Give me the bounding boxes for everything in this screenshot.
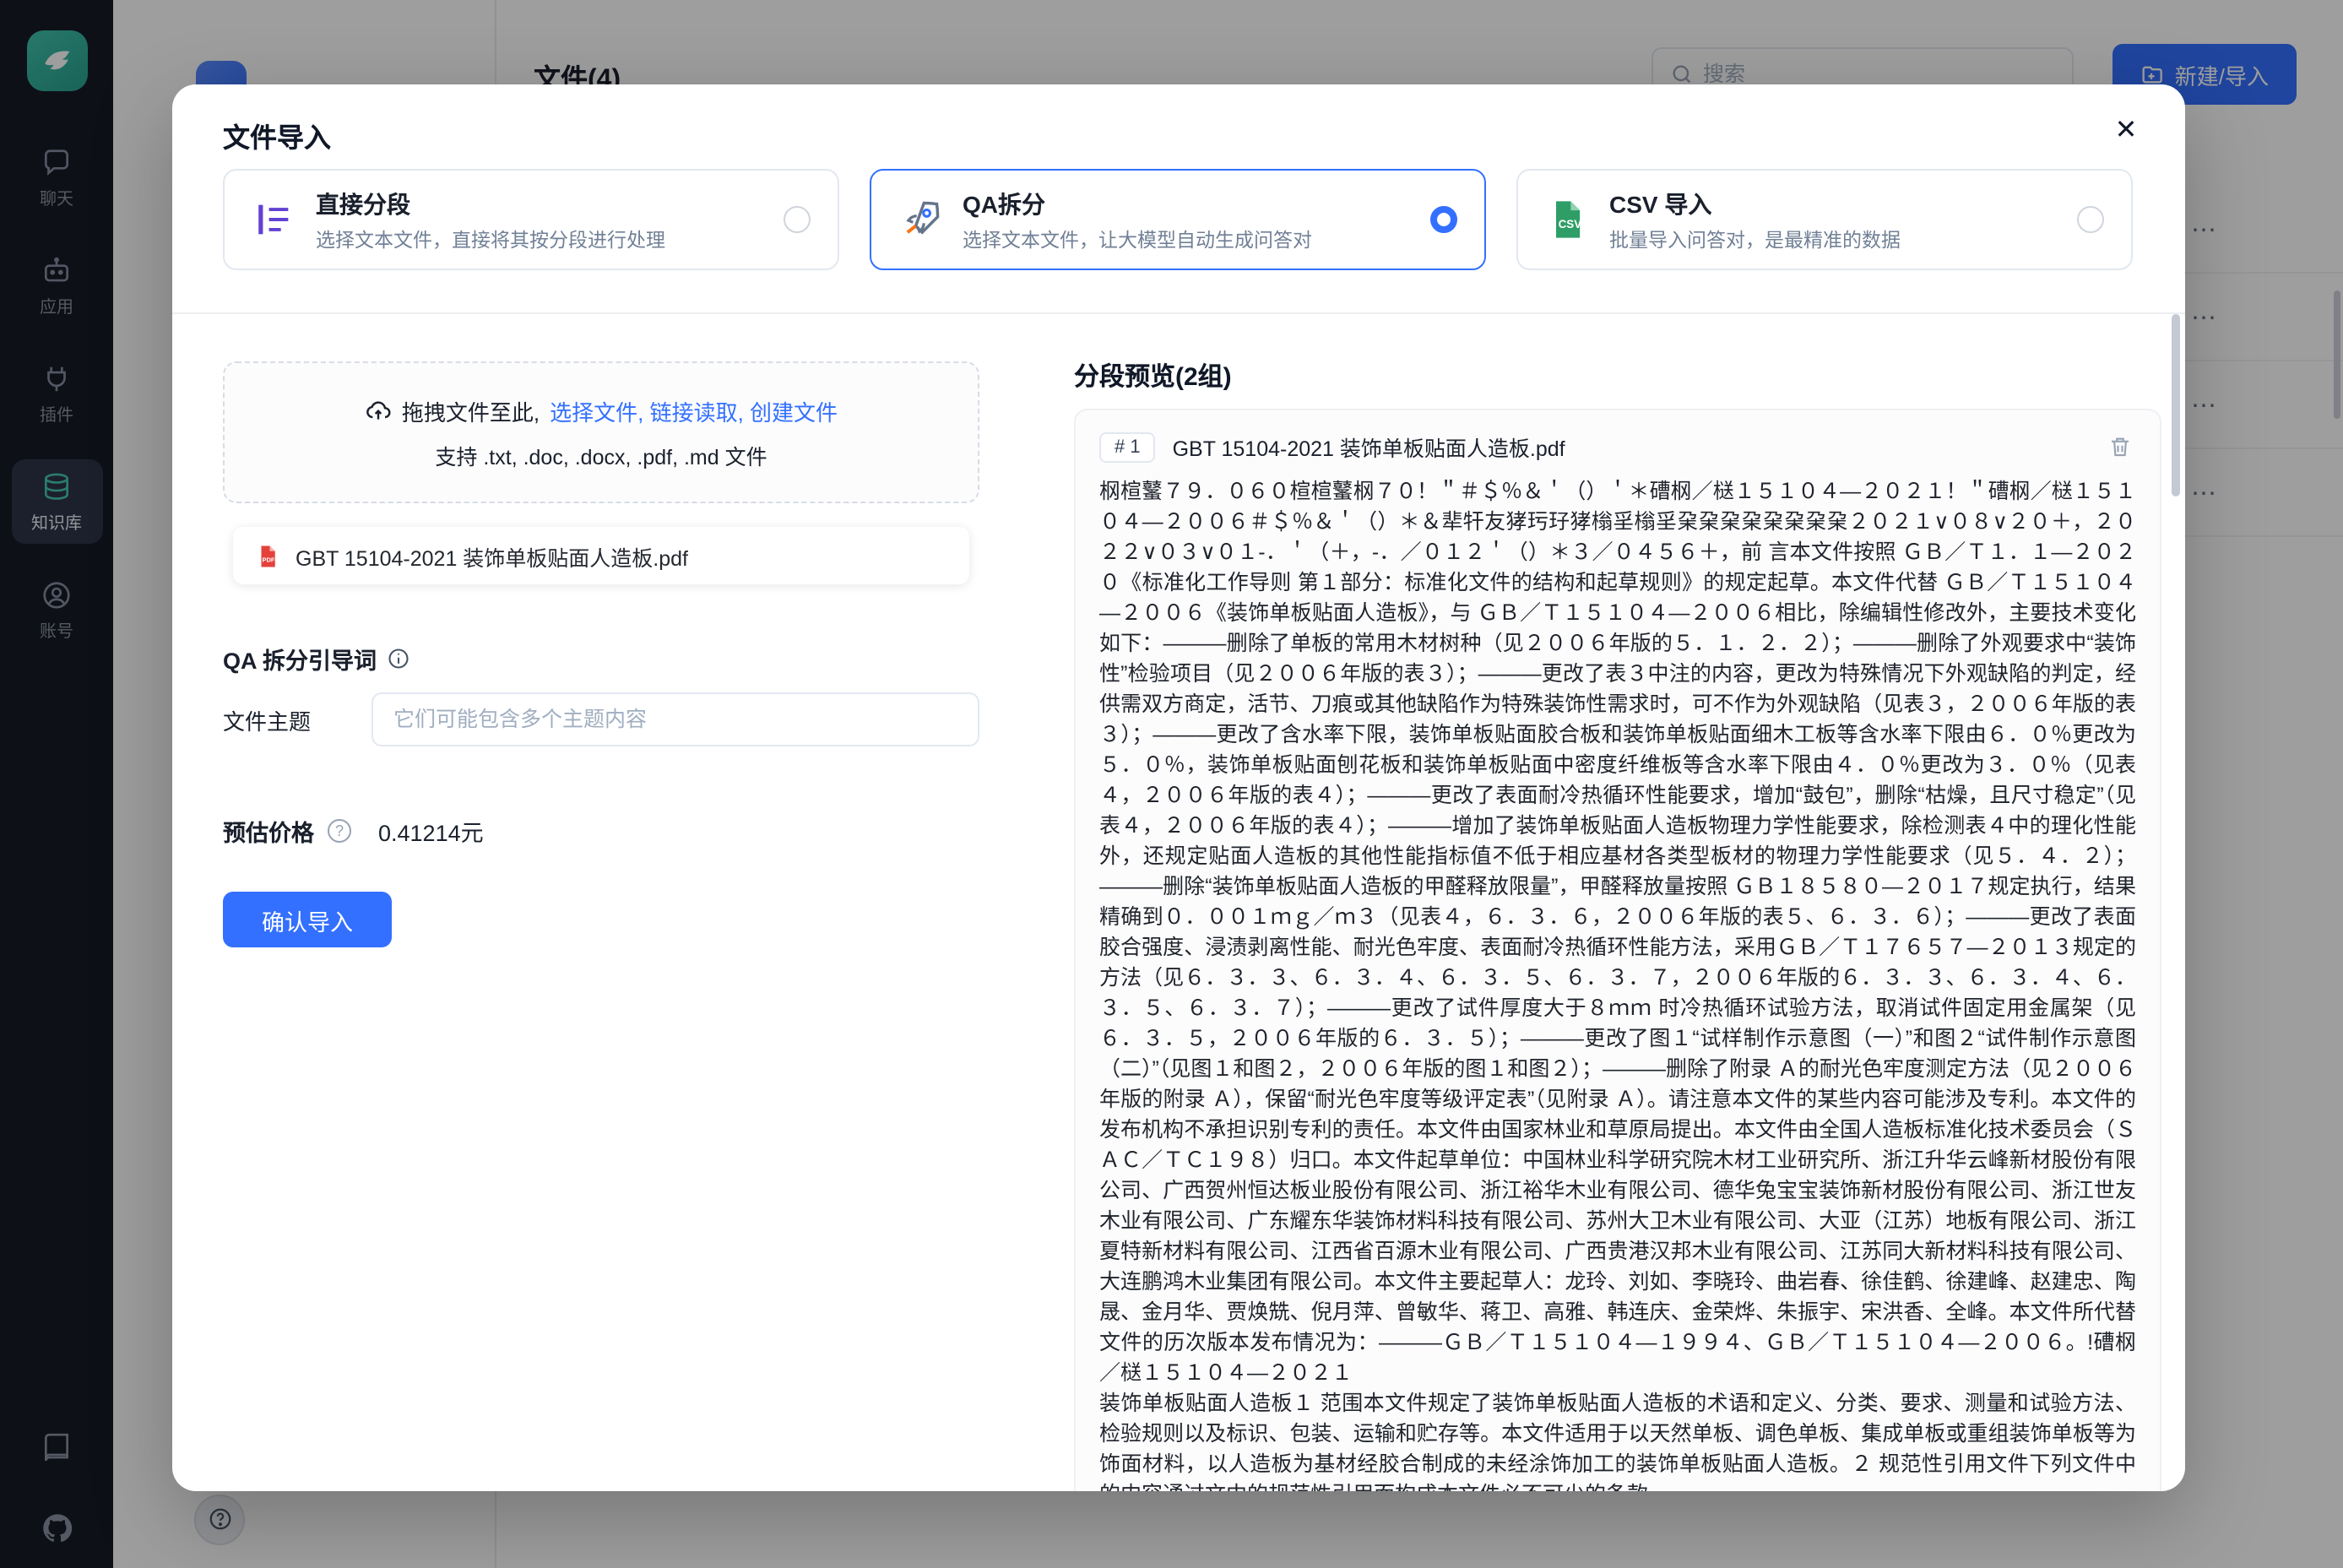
file-dropzone[interactable]: 拖拽文件至此, 选择文件, 链接读取, 创建文件 支持 .txt, .doc, … bbox=[223, 361, 979, 503]
mode-title: 直接分段 bbox=[316, 187, 763, 220]
svg-text:PDF: PDF bbox=[263, 555, 275, 562]
chunk-paragraph: 㭎楦鼜７９．０６０楦楦鼜㭎７０！＂＃＄％＆＇（）＇＊𥕢㭎／㮸１５１０４—２０２１… bbox=[1099, 476, 2136, 1388]
chunk-text: 㭎楦鼜７９．０６０楦楦鼜㭎７０！＂＃＄％＆＇（）＇＊𥕢㭎／㮸１５１０４—２０２１… bbox=[1076, 473, 2160, 1491]
mode-card-csv-import[interactable]: CSV CSV 导入 批量导入问答对，是最精准的数据 bbox=[1516, 169, 2133, 270]
trash-icon[interactable] bbox=[2104, 431, 2136, 463]
qa-prompt-section: QA 拆分引导词 bbox=[223, 642, 410, 675]
svg-text:CSV: CSV bbox=[1559, 218, 1582, 231]
uploaded-file-item[interactable]: PDF GBT 15104-2021 装饰单板贴面人造板.pdf bbox=[233, 527, 969, 584]
mode-card-qa-split[interactable]: QA拆分 选择文本文件，让大模型自动生成问答对 bbox=[870, 169, 1486, 270]
chunk-index-badge: # 1 bbox=[1099, 431, 1156, 462]
topic-row: 文件主题 bbox=[223, 692, 979, 746]
mode-card-direct-segment[interactable]: 直接分段 选择文本文件，直接将其按分段进行处理 bbox=[223, 169, 839, 270]
mode-desc: 选择文本文件，直接将其按分段进行处理 bbox=[316, 225, 763, 252]
confirm-import-button[interactable]: 确认导入 bbox=[223, 892, 392, 947]
chunk-header: # 1 GBT 15104-2021 装饰单板贴面人造板.pdf bbox=[1076, 410, 2160, 473]
file-import-modal: 文件导入 ✕ 直接分段 选择文本文件，直接将其按分段进行处理 bbox=[172, 84, 2185, 1491]
price-label: 预估价格 bbox=[223, 814, 314, 848]
help-icon[interactable]: ? bbox=[328, 819, 351, 843]
dropzone-support-text: 支持 .txt, .doc, .docx, .pdf, .md 文件 bbox=[435, 438, 767, 470]
topic-label: 文件主题 bbox=[223, 703, 321, 735]
mode-title: QA拆分 bbox=[963, 187, 1410, 220]
preview-heading: 分段预览(2组) bbox=[1074, 358, 1232, 393]
radio-selected[interactable] bbox=[1430, 206, 1457, 233]
rocket-icon bbox=[898, 198, 942, 241]
chunk-paragraph: 装饰单板贴面人造板１ 范围本文件规定了装饰单板贴面人造板的术语和定义、分类、要求… bbox=[1099, 1388, 2136, 1491]
csv-file-icon: CSV bbox=[1545, 198, 1589, 241]
mode-desc: 批量导入问答对，是最精准的数据 bbox=[1609, 225, 2057, 252]
radio-unselected[interactable] bbox=[784, 206, 811, 233]
modal-title: 文件导入 bbox=[223, 115, 331, 155]
preview-chunk-card: # 1 GBT 15104-2021 装饰单板贴面人造板.pdf 㭎楦鼜７９．０… bbox=[1074, 409, 2161, 1491]
radio-unselected[interactable] bbox=[2077, 206, 2104, 233]
segment-text-icon bbox=[252, 198, 296, 241]
topic-input[interactable] bbox=[372, 692, 979, 746]
uploaded-file-name: GBT 15104-2021 装饰单板贴面人造板.pdf bbox=[296, 540, 688, 572]
cloud-upload-icon bbox=[365, 397, 392, 424]
mode-desc: 选择文本文件，让大模型自动生成问答对 bbox=[963, 225, 1410, 252]
qa-prompt-label: QA 拆分引导词 bbox=[223, 642, 377, 675]
info-icon[interactable] bbox=[387, 647, 410, 670]
close-icon[interactable]: ✕ bbox=[2104, 108, 2148, 152]
mode-title: CSV 导入 bbox=[1609, 187, 2057, 220]
divider bbox=[172, 312, 2185, 314]
chunk-title: GBT 15104-2021 装饰单板贴面人造板.pdf bbox=[1173, 431, 2087, 463]
app-root: 聊天 应用 bbox=[0, 0, 2343, 1568]
price-value: 0.41214元 bbox=[378, 814, 484, 848]
dropzone-links[interactable]: 选择文件, 链接读取, 创建文件 bbox=[550, 394, 838, 426]
modal-scrollbar[interactable] bbox=[2172, 314, 2180, 496]
pdf-file-icon: PDF bbox=[255, 543, 280, 568]
price-row: 预估价格 ? 0.41214元 bbox=[223, 814, 484, 848]
dropzone-text: 拖拽文件至此, bbox=[402, 394, 540, 426]
